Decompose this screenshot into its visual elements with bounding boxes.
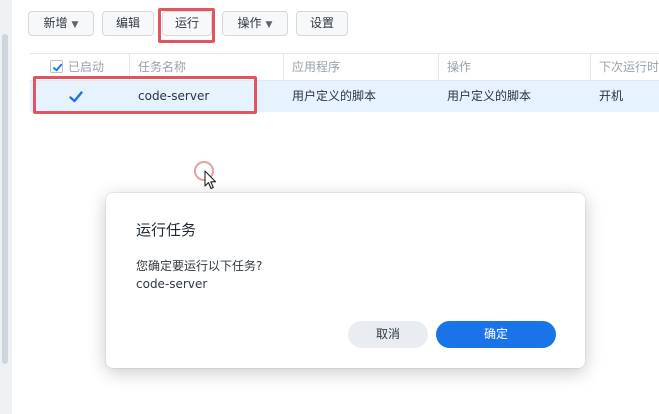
column-header-next-run[interactable]: 下次运行时	[591, 54, 659, 81]
create-button-label: 新增	[43, 16, 68, 30]
settings-button-label: 设置	[309, 16, 334, 30]
run-button[interactable]: 运行	[162, 11, 212, 36]
table-row[interactable]: code-server 用户定义的脚本 用户定义的脚本 开机	[30, 81, 659, 112]
check-icon	[69, 91, 83, 103]
dialog-task-name: code-server	[136, 277, 208, 291]
row-next-run: 开机	[599, 89, 624, 103]
table-header: 已启动 任务名称 应用程序 操作 下次运行时	[30, 53, 659, 81]
dialog-message: 您确定要运行以下任务?	[136, 259, 263, 273]
vertical-scrollbar[interactable]	[2, 34, 8, 364]
settings-button[interactable]: 设置	[296, 11, 348, 36]
check-icon	[52, 63, 63, 72]
edit-button-label: 编辑	[115, 16, 140, 30]
confirm-button[interactable]: 确定	[436, 321, 556, 348]
edit-button[interactable]: 编辑	[102, 11, 154, 36]
run-button-label: 运行	[174, 16, 199, 30]
row-enabled-checkbox[interactable]	[68, 89, 84, 105]
cancel-button[interactable]: 取消	[348, 321, 428, 348]
row-application: 用户定义的脚本	[292, 89, 377, 103]
action-button-label: 操作	[237, 16, 262, 30]
chevron-down-icon: ▼	[265, 20, 273, 30]
row-action: 用户定义的脚本	[447, 89, 532, 103]
column-header-task-name[interactable]: 任务名称	[130, 54, 284, 81]
column-header-application[interactable]: 应用程序	[284, 54, 439, 81]
column-header-enabled[interactable]: 已启动	[30, 54, 130, 81]
action-button[interactable]: 操作 ▼	[222, 11, 288, 36]
select-all-checkbox[interactable]	[50, 60, 63, 73]
run-task-dialog: 运行任务 您确定要运行以下任务? code-server 取消 确定	[106, 193, 585, 368]
row-task-name: code-server	[138, 89, 210, 103]
chevron-down-icon: ▼	[71, 20, 79, 30]
column-header-action[interactable]: 操作	[439, 54, 591, 81]
create-button[interactable]: 新增 ▼	[28, 11, 94, 36]
dialog-title: 运行任务	[136, 221, 197, 239]
mouse-cursor-icon	[204, 170, 217, 190]
